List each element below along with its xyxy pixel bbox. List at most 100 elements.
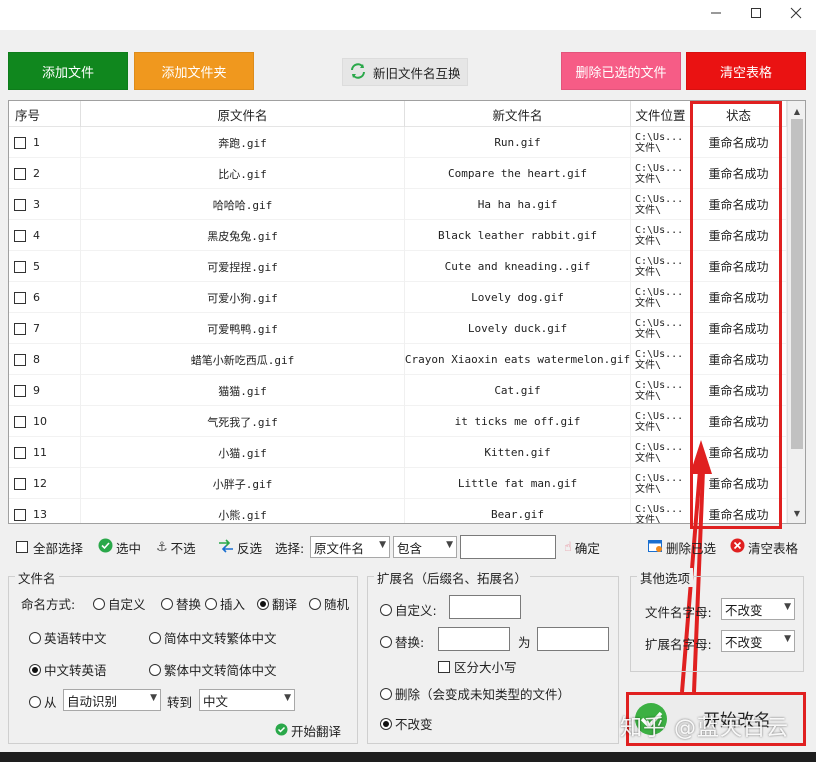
ext-replace-radio[interactable]: 替换: <box>380 632 424 651</box>
row-seq-cell[interactable]: 13 <box>9 499 81 523</box>
minimize-icon[interactable] <box>696 0 736 26</box>
row-checkbox[interactable] <box>14 415 26 428</box>
swap-names-button[interactable]: 新旧文件名互换 <box>342 58 468 86</box>
clear-table-button[interactable]: 清空表格 <box>686 52 806 90</box>
header-seq[interactable]: 序号 <box>9 101 81 127</box>
original-name-cell: 可爱小狗.gif <box>81 282 405 313</box>
swap-names-label: 新旧文件名互换 <box>373 65 461 81</box>
to-language-select[interactable]: 中文 ▼ <box>199 689 295 711</box>
add-file-button[interactable]: 添加文件 <box>8 52 128 90</box>
ext-replace-to-input[interactable] <box>537 627 609 651</box>
select-button[interactable]: 选中 <box>98 537 141 557</box>
chinese-to-english-radio[interactable]: 中文转英语 <box>29 660 107 679</box>
row-checkbox[interactable] <box>14 322 26 335</box>
table-row[interactable]: 9 猫猫.gif Cat.gif C:\Us... 文件\ 重命名成功 <box>9 375 787 406</box>
match-text-input[interactable] <box>460 535 556 559</box>
row-checkbox[interactable] <box>14 260 26 273</box>
table-row[interactable]: 7 可爱鸭鸭.gif Lovely duck.gif C:\Us... 文件\ 重命名成功 <box>9 313 787 344</box>
scroll-down-icon[interactable]: ▼ <box>788 505 805 521</box>
scroll-up-icon[interactable]: ▲ <box>788 103 805 119</box>
row-seq-cell[interactable]: 10 <box>9 406 81 437</box>
location-line-2: 文件\ <box>635 328 662 340</box>
table-row[interactable]: 5 可爱捏捏.gif Cute and kneading..gif C:\Us... 文… <box>9 251 787 282</box>
ext-delete-radio[interactable]: 删除（会变成未知类型的文件） <box>380 684 570 703</box>
new-name-cell: Kitten.gif <box>405 437 631 468</box>
row-seq-cell[interactable]: 8 <box>9 344 81 375</box>
ext-custom-input[interactable] <box>449 595 521 619</box>
table-row[interactable]: 3 哈哈哈.gif Ha ha ha.gif C:\Us... 文件\ 重命名成功 <box>9 189 787 220</box>
original-name-cell: 小熊.gif <box>81 499 405 523</box>
row-checkbox[interactable] <box>14 477 26 490</box>
invert-button[interactable]: 反选 <box>218 537 262 557</box>
row-checkbox[interactable] <box>14 136 26 149</box>
english-to-chinese-radio[interactable]: 英语转中文 <box>29 628 107 647</box>
check-circle-icon <box>98 538 113 556</box>
original-name-cell: 奔跑.gif <box>81 127 405 158</box>
scroll-thumb[interactable] <box>791 119 803 449</box>
start-translate-button[interactable]: 开始翻译 <box>275 721 341 740</box>
mode-translate-radio[interactable]: 翻译 <box>257 594 297 613</box>
row-seq-cell[interactable]: 6 <box>9 282 81 313</box>
extension-group: 扩展名（后缀名、拓展名） 自定义: 替换: 为 区分大小写 删除（会变成未知类型… <box>367 568 619 744</box>
row-checkbox[interactable] <box>14 291 26 304</box>
table-row[interactable]: 6 可爱小狗.gif Lovely dog.gif C:\Us... 文件\ 重命名成功 <box>9 282 787 313</box>
field-select[interactable]: 原文件名 ▼ <box>310 536 390 558</box>
table-row[interactable]: 2 比心.gif Compare the heart.gif C:\Us... 文件\ 重… <box>9 158 787 189</box>
row-checkbox[interactable] <box>14 229 26 242</box>
ext-no-change-radio[interactable]: 不改变 <box>380 714 433 733</box>
select-all-checkbox[interactable]: 全部选择 <box>16 537 83 557</box>
traditional-to-simplified-radio[interactable]: 繁体中文转简体中文 <box>149 660 277 679</box>
match-select[interactable]: 包含 ▼ <box>393 536 457 558</box>
extension-case-select[interactable]: 不改变 ▼ <box>721 630 795 652</box>
from-radio[interactable]: 从 <box>29 692 57 711</box>
clear-table-small-button[interactable]: 清空表格 <box>730 537 798 557</box>
row-seq-cell[interactable]: 9 <box>9 375 81 406</box>
row-checkbox[interactable] <box>14 446 26 459</box>
row-seq-cell[interactable]: 3 <box>9 189 81 220</box>
row-seq-cell[interactable]: 2 <box>9 158 81 189</box>
ext-replace-from-input[interactable] <box>438 627 510 651</box>
mode-custom-radio[interactable]: 自定义 <box>93 594 146 613</box>
row-checkbox[interactable] <box>14 167 26 180</box>
check-circle-icon <box>275 723 288 739</box>
header-original[interactable]: 原文件名 <box>81 101 405 127</box>
hand-pointer-icon: ☝ <box>564 539 572 555</box>
add-folder-button[interactable]: 添加文件夹 <box>134 52 254 90</box>
row-checkbox[interactable] <box>14 198 26 211</box>
table-row[interactable]: 10 气死我了.gif it ticks me off.gif C:\Us... 文件\… <box>9 406 787 437</box>
row-seq-cell[interactable]: 12 <box>9 468 81 499</box>
filename-case-select[interactable]: 不改变 ▼ <box>721 598 795 620</box>
delete-selected-files-button[interactable]: 删除已选的文件 <box>561 52 681 90</box>
row-seq-cell[interactable]: 7 <box>9 313 81 344</box>
mode-random-radio[interactable]: 随机 <box>309 594 349 613</box>
row-seq-number: 4 <box>33 229 40 242</box>
confirm-button[interactable]: ☝ 确定 <box>564 537 600 557</box>
from-language-select[interactable]: 自动识别 ▼ <box>63 689 161 711</box>
row-checkbox[interactable] <box>14 508 26 521</box>
row-checkbox[interactable] <box>14 353 26 366</box>
delete-selected-button[interactable]: 删除已选 <box>648 537 716 557</box>
row-checkbox[interactable] <box>14 384 26 397</box>
table-row[interactable]: 4 黑皮兔兔.gif Black leather rabbit.gif C:\Us..… <box>9 220 787 251</box>
deselect-button[interactable]: ⚓ 不选 <box>156 537 196 557</box>
vertical-scrollbar[interactable]: ▲ ▼ <box>787 101 805 523</box>
row-seq-cell[interactable]: 5 <box>9 251 81 282</box>
new-name-cell: Bear.gif <box>405 499 631 523</box>
location-line-1: C:\Us... <box>635 286 684 298</box>
table-row[interactable]: 8 蜡笔小新吃西瓜.gif Crayon Xiaoxin eats watermel… <box>9 344 787 375</box>
location-line-2: 文件\ <box>635 359 662 371</box>
ext-custom-radio[interactable]: 自定义: <box>380 600 437 619</box>
close-icon[interactable] <box>776 0 816 26</box>
mode-insert-radio[interactable]: 插入 <box>205 594 245 613</box>
row-seq-cell[interactable]: 1 <box>9 127 81 158</box>
maximize-icon[interactable] <box>736 0 776 26</box>
original-name-cell: 小猫.gif <box>81 437 405 468</box>
row-seq-cell[interactable]: 11 <box>9 437 81 468</box>
header-location[interactable]: 文件位置 <box>631 101 691 127</box>
row-seq-cell[interactable]: 4 <box>9 220 81 251</box>
mode-replace-radio[interactable]: 替换 <box>161 594 201 613</box>
table-row[interactable]: 1 奔跑.gif Run.gif C:\Us... 文件\ 重命名成功 <box>9 127 787 158</box>
simplified-to-traditional-radio[interactable]: 简体中文转繁体中文 <box>149 628 277 647</box>
case-sensitive-checkbox[interactable]: 区分大小写 <box>438 657 517 676</box>
header-new[interactable]: 新文件名 <box>405 101 631 127</box>
